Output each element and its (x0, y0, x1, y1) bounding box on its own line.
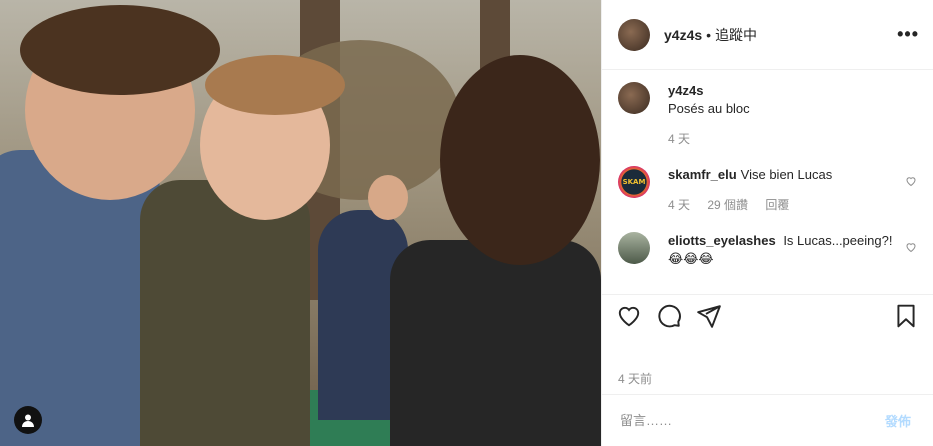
post-header: y4z4s • 追蹤中 ••• (602, 0, 933, 70)
comment-likes[interactable]: 29 個讚 (707, 198, 748, 212)
comment-username[interactable]: skamfr_elu (668, 167, 737, 182)
post-photo[interactable] (0, 0, 601, 446)
heart-icon[interactable] (616, 303, 642, 334)
caption-text: Posés au bloc (668, 101, 750, 116)
person-coat (140, 180, 310, 446)
post-panel: y4z4s • 追蹤中 ••• y4z4s Posés au bloc 4 天 … (601, 0, 933, 446)
comment-input[interactable] (618, 412, 879, 429)
avatar[interactable] (618, 82, 650, 114)
comment-like-heart-icon[interactable] (905, 240, 917, 258)
comment-icon[interactable] (656, 303, 682, 334)
person-hair (20, 5, 220, 95)
caption: y4z4s Posés au bloc 4 天 (618, 82, 917, 148)
header-username[interactable]: y4z4s (664, 27, 702, 43)
comments-list[interactable]: y4z4s Posés au bloc 4 天 SKAM skamfr_elu V… (602, 70, 933, 293)
person-face (368, 175, 408, 220)
comment-time[interactable]: 4 天 (668, 198, 690, 212)
comment-like-heart-icon[interactable] (905, 174, 917, 192)
avatar[interactable] (618, 232, 650, 264)
comment-text: Vise bien Lucas (740, 167, 833, 182)
follow-status-button[interactable]: 追蹤中 (715, 25, 757, 45)
comment-username[interactable]: eliotts_eyelashes (668, 233, 776, 248)
send-icon[interactable] (696, 303, 722, 334)
person-face (440, 55, 600, 265)
more-horizontal-icon[interactable]: ••• (897, 24, 919, 45)
post-timestamp[interactable]: 4 天前 (618, 370, 652, 387)
bookmark-icon[interactable] (893, 303, 919, 334)
comment-item: eliotts_eyelashes Is Lucas...peeing?!😂😂😂 (618, 232, 917, 268)
caption-time[interactable]: 4 天 (668, 132, 690, 146)
person-hair (205, 55, 345, 115)
comment-item: SKAM skamfr_elu Vise bien Lucas 4 天 29 個讚… (618, 166, 917, 214)
add-comment-bar: 發佈 (602, 394, 933, 446)
post-comment-button[interactable]: 發佈 (879, 410, 917, 431)
separator-dot: • (706, 26, 712, 43)
action-bar (602, 294, 933, 342)
user-tag-icon[interactable] (14, 406, 42, 434)
reply-button[interactable]: 回覆 (765, 198, 789, 212)
avatar[interactable]: SKAM (618, 166, 650, 198)
caption-username[interactable]: y4z4s (668, 83, 703, 98)
avatar-logo-text: SKAM (622, 178, 646, 186)
avatar[interactable] (618, 18, 650, 51)
person-coat (390, 240, 601, 446)
